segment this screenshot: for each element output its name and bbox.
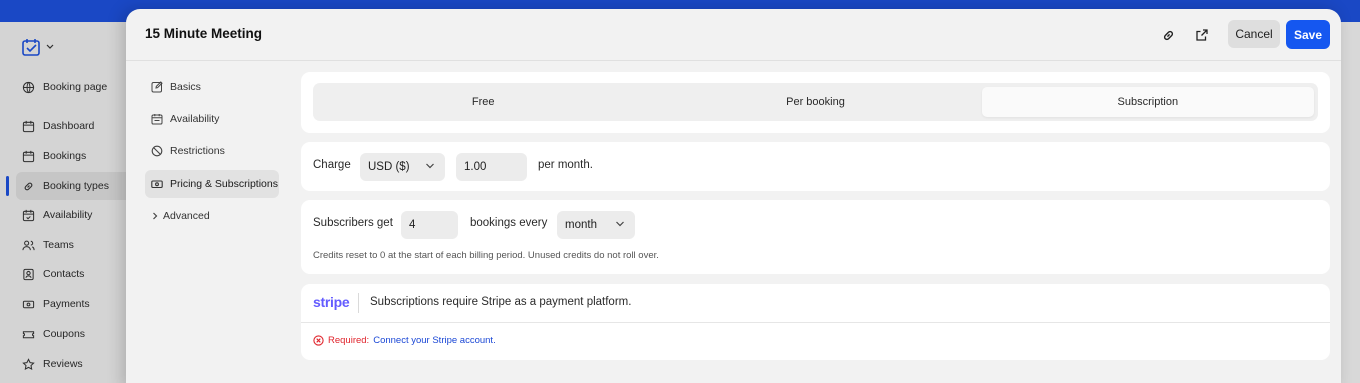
billing-period-select[interactable]: month (557, 211, 635, 239)
save-button[interactable]: Save (1286, 20, 1330, 49)
charge-suffix: per month. (538, 159, 593, 171)
stripe-message: Subscriptions require Stripe as a paymen… (370, 296, 632, 308)
money-icon (151, 180, 163, 189)
pricing-option-per-booking[interactable]: Per booking (649, 87, 981, 117)
nav-item-label: Advanced (163, 210, 210, 222)
page-title: 15 Minute Meeting (145, 26, 263, 41)
nav-item-label: Pricing & Subscriptions (170, 178, 278, 190)
currency-select[interactable]: USD ($) (360, 153, 445, 181)
pricing-type-selector: Free Per booking Subscription (313, 83, 1318, 121)
credits-hint: Credits reset to 0 at the start of each … (313, 250, 659, 261)
booking-count-input[interactable]: 4 (401, 211, 458, 239)
nav-item-availability[interactable]: Availability (145, 105, 279, 133)
chevron-down-icon (616, 221, 624, 227)
stripe-requirement: Required: Connect your Stripe account. (313, 335, 496, 346)
edit-icon (151, 81, 163, 93)
nav-item-restrictions[interactable]: Restrictions (145, 137, 279, 165)
subscribers-card: Subscribers get 4 bookings every month C… (301, 200, 1330, 274)
modal-header: 15 Minute Meeting Cancel Save (126, 9, 1341, 61)
pricing-type-card: Free Per booking Subscription (301, 72, 1330, 133)
currency-value: USD ($) (368, 161, 410, 173)
external-link-icon (1196, 29, 1208, 41)
pricing-option-free[interactable]: Free (317, 87, 649, 117)
error-circle-icon (313, 335, 324, 346)
chevron-right-icon (153, 212, 158, 220)
pricing-option-subscription[interactable]: Subscription (981, 87, 1314, 117)
nav-item-pricing-subscriptions[interactable]: Pricing & Subscriptions (145, 170, 279, 198)
connect-stripe-link[interactable]: Connect your Stripe account. (373, 335, 496, 346)
copy-link-button[interactable] (1158, 25, 1178, 45)
booking-type-modal: 15 Minute Meeting Cancel Save Basics Ava… (126, 9, 1341, 383)
stripe-separator (358, 293, 359, 313)
stripe-divider (301, 322, 1330, 323)
ban-icon (151, 145, 163, 157)
chevron-down-icon (426, 163, 434, 169)
required-label: Required: (328, 335, 370, 346)
subscribers-label: Subscribers get (313, 217, 393, 229)
nav-item-advanced[interactable]: Advanced (145, 202, 279, 230)
nav-item-label: Availability (170, 113, 220, 125)
charge-card: Charge USD ($) 1.00 per month. (301, 142, 1330, 191)
nav-item-label: Basics (170, 81, 201, 93)
calendar-icon (151, 114, 163, 125)
charge-amount-input[interactable]: 1.00 (456, 153, 527, 181)
stripe-logo: stripe (313, 294, 350, 310)
nav-item-basics[interactable]: Basics (145, 73, 279, 101)
nav-item-label: Restrictions (170, 145, 225, 157)
open-external-button[interactable] (1192, 25, 1212, 45)
link-icon (1163, 30, 1173, 40)
bookings-every-label: bookings every (470, 217, 548, 229)
stripe-card: stripe Subscriptions require Stripe as a… (301, 284, 1330, 360)
cancel-button[interactable]: Cancel (1228, 20, 1280, 48)
charge-label: Charge (313, 159, 351, 171)
billing-period-value: month (565, 219, 597, 231)
